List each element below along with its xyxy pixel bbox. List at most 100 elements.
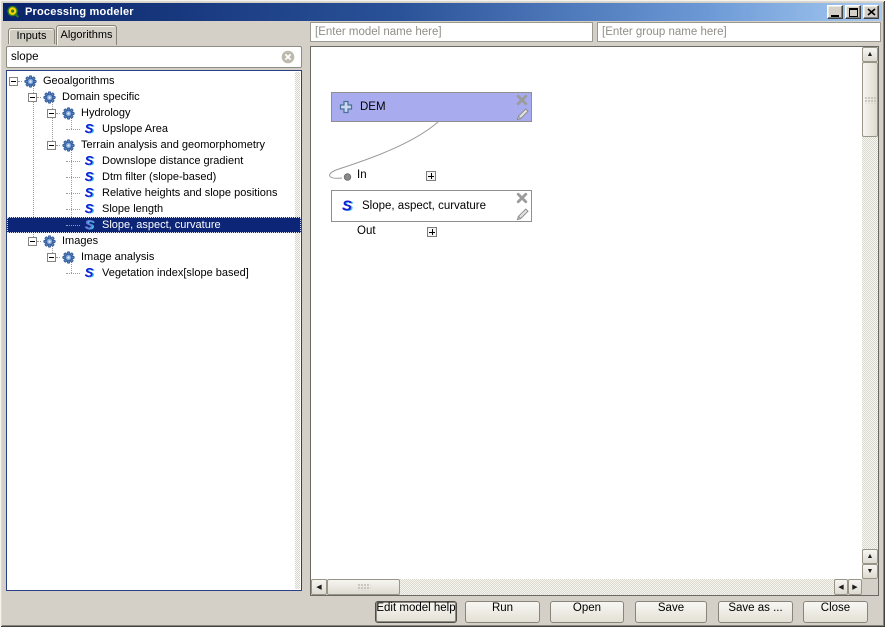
canvas-vertical-scrollbar[interactable]: ▲ ▲ ▼ [862,47,878,579]
saga-algorithm-icon: SS [82,122,96,136]
tree-item-label: Downslope distance gradient [99,155,246,167]
tree-item-image-analysis[interactable]: Image analysis [7,249,301,265]
tree-item-geoalgorithms[interactable]: Geoalgorithms [7,73,301,89]
scrollbar-corner [862,579,878,595]
close-button[interactable] [863,5,879,19]
gear-icon [43,91,56,104]
svg-text:S: S [342,199,352,214]
save-button[interactable]: Save [635,601,707,623]
gear-icon [43,235,56,248]
maximize-icon [849,8,858,17]
node-dem-input[interactable]: DEM [331,92,532,122]
plus-input-icon [339,100,353,114]
svg-text:S: S [85,266,94,280]
saga-algorithm-icon: SS [82,202,96,216]
saga-algorithm-icon: SS [82,218,96,232]
collapse-toggle-icon[interactable] [47,109,56,118]
svg-text:S: S [85,186,94,200]
scroll-left-button-right[interactable]: ◀ [834,579,848,595]
clear-search-icon[interactable] [281,50,295,64]
close-dialog-button[interactable]: Close [803,601,868,623]
qgis-app-icon [6,5,20,19]
svg-text:S: S [85,218,94,232]
gear-icon [24,75,37,88]
tree-item-vegetation-index[interactable]: SS Vegetation index[slope based] [7,265,301,281]
tree-item-upslope-area[interactable]: SS Upslope Area [7,121,301,137]
algorithm-tree[interactable]: Geoalgorithms Domain specific Hydrology … [6,70,302,591]
tree-item-label: Hydrology [78,107,134,119]
tree-item-label: Slope length [99,203,166,215]
tree-item-label: Image analysis [78,251,157,263]
saga-algorithm-icon: SS [82,186,96,200]
edit-model-help-button[interactable]: Edit model help [375,601,457,623]
triangle-down-icon: ▼ [867,568,874,575]
expand-in-ports-button[interactable] [426,171,436,181]
tree-item-domain-specific[interactable]: Domain specific [7,89,301,105]
scroll-up-button-bottom[interactable]: ▲ [862,549,878,564]
minimize-icon [831,15,839,17]
search-input[interactable] [11,49,281,65]
scroll-up-button[interactable]: ▲ [862,47,878,62]
node-label: DEM [360,101,386,113]
scroll-left-button[interactable]: ◀ [311,579,327,595]
collapse-toggle-icon[interactable] [28,237,37,246]
tree-item-dtm-filter[interactable]: SS Dtm filter (slope-based) [7,169,301,185]
close-icon [867,8,876,16]
triangle-left-icon: ◀ [316,584,321,591]
algorithm-search-box [6,46,302,68]
tab-inputs[interactable]: Inputs [8,28,55,44]
delete-node-button[interactable] [515,191,529,205]
scroll-right-button[interactable]: ▶ [848,579,862,595]
tree-item-hydrology[interactable]: Hydrology [7,105,301,121]
model-canvas[interactable]: DEM In SS Slope, aspect, curvature [311,47,862,579]
gear-icon [62,139,75,152]
group-name-input[interactable] [597,22,881,42]
collapse-toggle-icon[interactable] [9,77,18,86]
svg-text:S: S [85,170,94,184]
tree-item-images[interactable]: Images [7,233,301,249]
scroll-down-button[interactable]: ▼ [862,564,878,579]
minimize-button[interactable] [827,5,843,19]
x-icon [516,192,528,204]
triangle-up-icon: ▲ [867,553,874,560]
canvas-horizontal-scrollbar[interactable]: ◀ ◀ ▶ [311,579,862,595]
triangle-left-icon: ◀ [838,584,843,591]
saga-algorithm-icon: SS [82,266,96,280]
model-name-input[interactable] [310,22,593,42]
model-canvas-panel: DEM In SS Slope, aspect, curvature [310,46,879,596]
delete-node-button[interactable] [515,93,529,107]
save-as-button[interactable]: Save as ... [718,601,793,623]
tree-item-slope-aspect-curvature-selected[interactable]: SS Slope, aspect, curvature [7,217,301,233]
edit-node-button[interactable] [515,107,529,121]
tree-item-downslope-distance-gradient[interactable]: SS Downslope distance gradient [7,153,301,169]
tree-item-slope-length[interactable]: SS Slope length [7,201,301,217]
connection-edge [311,47,862,579]
window-title: Processing modeler [25,6,134,18]
x-icon [516,94,528,106]
tree-item-label: Terrain analysis and geomorphometry [78,139,268,151]
processing-modeler-window: Processing modeler Inputs Algorithms [0,0,885,627]
triangle-right-icon: ▶ [852,584,857,591]
edit-node-button[interactable] [515,207,529,221]
gear-icon [62,107,75,120]
title-bar[interactable]: Processing modeler [3,3,882,21]
vertical-scroll-thumb[interactable] [862,62,878,137]
tab-algorithms[interactable]: Algorithms [56,25,117,45]
collapse-toggle-icon[interactable] [47,253,56,262]
svg-text:S: S [85,122,94,136]
collapse-toggle-icon[interactable] [28,93,37,102]
node-label: Slope, aspect, curvature [362,200,486,212]
pencil-icon [516,108,529,121]
tree-item-label: Relative heights and slope positions [99,187,281,199]
horizontal-scroll-thumb[interactable] [327,579,400,595]
run-button[interactable]: Run [465,601,540,623]
tree-item-label: Domain specific [59,91,143,103]
expand-out-ports-button[interactable] [427,227,437,237]
tree-item-terrain-analysis[interactable]: Terrain analysis and geomorphometry [7,137,301,153]
open-button[interactable]: Open [550,601,624,623]
collapse-toggle-icon[interactable] [47,141,56,150]
port-in-label: In [357,169,367,181]
maximize-button[interactable] [845,5,861,19]
node-slope-aspect-curvature[interactable]: SS Slope, aspect, curvature [331,190,532,222]
tree-item-relative-heights[interactable]: SS Relative heights and slope positions [7,185,301,201]
